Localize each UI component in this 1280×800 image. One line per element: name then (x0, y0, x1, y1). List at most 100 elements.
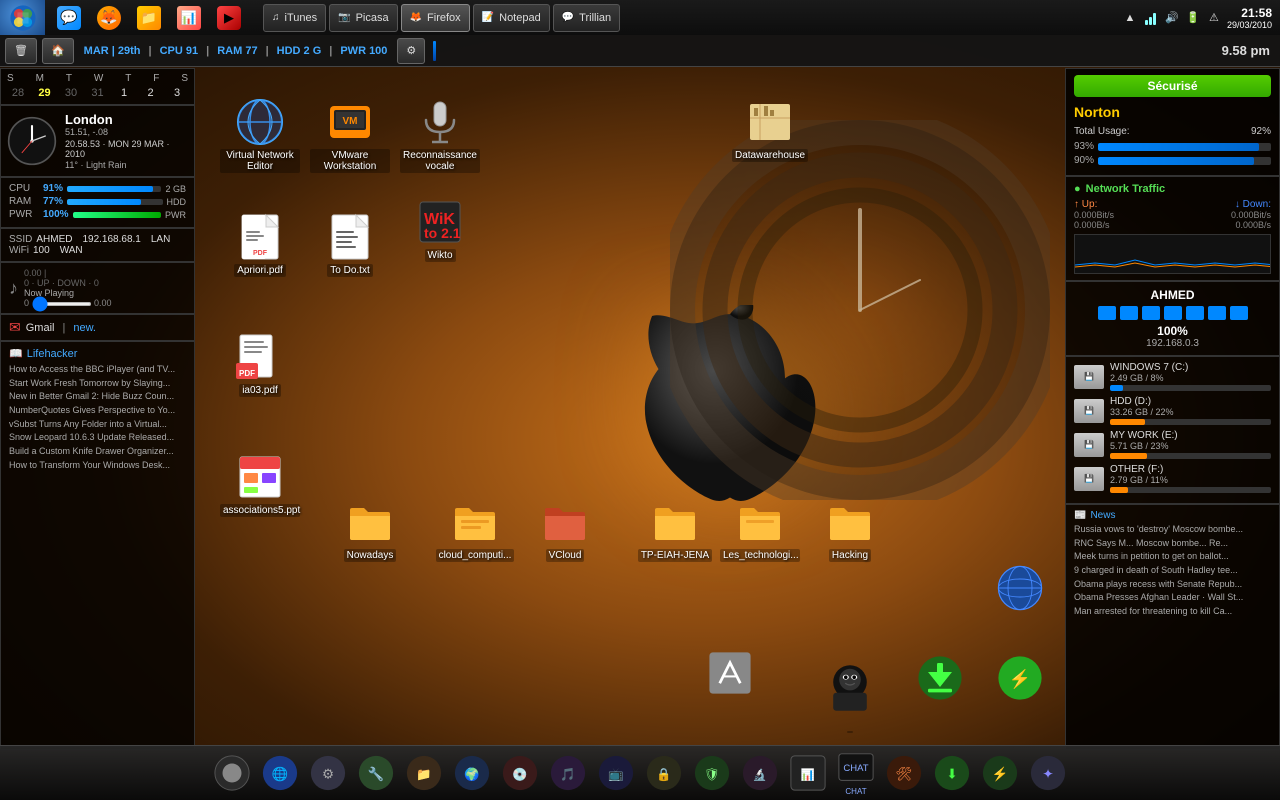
drive-icon-e: 💾 (1074, 433, 1104, 457)
desktop-icon-tools[interactable] (690, 638, 770, 708)
taskbar-icon-ppt[interactable]: 📊 (170, 1, 208, 34)
dock-item-swiss[interactable]: 🛠 (882, 751, 927, 796)
dock-item-5[interactable]: 🌍 (450, 751, 495, 796)
start-button[interactable] (0, 0, 45, 35)
taskbar-window-firefox[interactable]: 🦊 Firefox (401, 4, 470, 32)
news-item-1[interactable]: RNC Says M... Moscow bombe... Re... (1074, 538, 1271, 550)
taskbar-icon-media[interactable]: ▶ (210, 1, 248, 34)
rss-item-6[interactable]: Build a Custom Knife Drawer Organizer... (9, 446, 186, 458)
desktop-icon-bittorrent[interactable]: ⚡ (980, 638, 1060, 718)
desktop-icon-hacking[interactable]: Hacking (810, 498, 890, 562)
tray-clock[interactable]: 21:58 29/03/2010 (1227, 6, 1272, 30)
taskbar-window-picasa[interactable]: 📷 Picasa (329, 4, 397, 32)
tray-volume-icon[interactable]: 🔊 (1164, 10, 1180, 26)
dock-item-12[interactable]: 📊 (786, 751, 831, 796)
tray-alert-icon[interactable]: ⚠ (1206, 10, 1222, 26)
todo-label: To Do.txt (327, 264, 372, 277)
toolbar-hdd: HDD 2 G (277, 45, 322, 57)
clock-weather: 11° · Light Rain (65, 160, 188, 170)
svg-text:✦: ✦ (1042, 767, 1053, 782)
toolbar-bar: 🗑 🏠 MAR | 29th | CPU 91 | RAM 77 | HDD 2… (0, 35, 1280, 67)
widget-music: ♪ 0.00 | 0 · UP · DOWN · 0 Now Playing 0… (0, 262, 195, 314)
wifi-item: WiFi 100 (9, 245, 50, 256)
norton-bar-row-1: 93% (1074, 141, 1271, 152)
news-title: News (1090, 510, 1115, 521)
taskbar-icon-browser[interactable]: 🦊 (90, 1, 128, 34)
desktop-icon-todo[interactable]: To Do.txt (310, 213, 390, 277)
dock-item-bt[interactable]: ⚡ (978, 751, 1023, 796)
rss-item-3[interactable]: NumberQuotes Gives Perspective to Yo... (9, 405, 186, 417)
desktop-icon-tp-eiah[interactable]: TP-EIAH-JENA (635, 498, 715, 562)
tray-arrow-icon[interactable]: ▲ (1122, 10, 1138, 26)
rss-item-0[interactable]: How to Access the BBC iPlayer (and TV... (9, 364, 186, 376)
dock-item-11[interactable]: 🔬 (738, 751, 783, 796)
widget-clock: London 51.51, -.08 20.58.53 · MON 29 MAR… (0, 105, 195, 177)
ssid-item: SSID AHMED (9, 234, 72, 245)
dock-item-6[interactable]: 💿 (498, 751, 543, 796)
news-item-5[interactable]: Obama Presses Afghan Leader · Wall St... (1074, 592, 1271, 604)
music-slider[interactable] (32, 302, 92, 306)
desktop-icon-apriori[interactable]: PDF Apriori.pdf (220, 213, 300, 277)
dock-item-0[interactable] (210, 751, 255, 796)
rss-item-2[interactable]: New in Better Gmail 2: Hide Buzz Coun... (9, 391, 186, 403)
news-item-0[interactable]: Russia vows to 'destroy' Moscow bombe... (1074, 524, 1271, 536)
rss-title: 📖 Lifehacker (9, 347, 186, 360)
desktop-icon-vcloud[interactable]: VCloud (525, 498, 605, 562)
news-item-2[interactable]: Meek turns in petition to get on ballot.… (1074, 551, 1271, 563)
desktop-icon-globe[interactable] (980, 548, 1060, 628)
toolbar-settings[interactable]: ⚙ (397, 38, 425, 64)
taskbar-window-notepad[interactable]: 📝 Notepad (473, 4, 550, 32)
toolbar-trash[interactable]: 🗑 (5, 38, 37, 64)
dock-item-8[interactable]: 📺 (594, 751, 639, 796)
dock-item-1[interactable]: 🌐 (258, 751, 303, 796)
rss-item-5[interactable]: Snow Leopard 10.6.3 Update Released... (9, 432, 186, 444)
desktop-icon-reconnaissance[interactable]: Reconnaissance vocale (400, 98, 480, 173)
rss-item-7[interactable]: How to Transform Your Windows Desk... (9, 460, 186, 472)
desktop-icon-download[interactable] (900, 638, 980, 718)
toolbar-home[interactable]: 🏠 (42, 38, 74, 64)
widget-gmail[interactable]: ✉ Gmail | new. (0, 314, 195, 341)
news-item-3[interactable]: 9 charged in death of South Hadley tee..… (1074, 565, 1271, 577)
tray-power-icon[interactable]: 🔋 (1185, 10, 1201, 26)
desktop-icon-wikto[interactable]: WiK to 2.1 Wikto (400, 198, 480, 262)
dock-item-extra[interactable]: ✦ (1026, 751, 1071, 796)
desktop-icon-ia03[interactable]: PDF ia03.pdf (220, 333, 300, 397)
tray-network-icon[interactable] (1143, 10, 1159, 26)
desktop-icon-nowadays[interactable]: Nowadays (330, 498, 410, 562)
rss-item-1[interactable]: Start Work Fresh Tomorrow by Slaying... (9, 378, 186, 390)
cal-header: S M T W T F S (7, 73, 188, 84)
desktop-icon-virtual-network[interactable]: Virtual Network Editor (220, 98, 300, 173)
nettraffic-dot-icon: ● (1074, 183, 1081, 195)
globe-icon-large (980, 548, 1060, 628)
desktop-icon-vmware[interactable]: VM VMware Workstation (310, 98, 390, 173)
dock-item-9[interactable]: 🔒 (642, 751, 687, 796)
taskbar-windows: ♫ iTunes 📷 Picasa 🦊 Firefox 📝 Notepad 💬 … (263, 4, 1114, 32)
taskbar-window-trillian[interactable]: 💬 Trillian (553, 4, 620, 32)
dock-item-2[interactable]: ⚙ (306, 751, 351, 796)
dock-item-chat[interactable]: CHAT CHAT (834, 751, 879, 796)
clock-coords: 51.51, -.08 (65, 127, 188, 137)
taskbar-icon-folder[interactable]: 📁 (130, 1, 168, 34)
rss-source: Lifehacker (27, 348, 78, 360)
dock-item-7[interactable]: 🎵 (546, 751, 591, 796)
taskbar-window-itunes[interactable]: ♫ iTunes (263, 4, 326, 32)
network-info-row: SSID AHMED 192.168.68.1 LAN (9, 234, 186, 245)
dock-item-10[interactable]: 🛡 (690, 751, 735, 796)
desktop-icon-datawarehouse[interactable]: Datawarehouse (730, 98, 810, 162)
desktop-icon-cloud[interactable]: cloud_computi... (435, 498, 515, 562)
svg-text:🛡: 🛡 (704, 768, 720, 782)
norton-secure-btn[interactable]: Sécurisé (1074, 75, 1271, 97)
dock-item-3[interactable]: 🔧 (354, 751, 399, 796)
dock-item-down[interactable]: ⬇ (930, 751, 975, 796)
drive-size-d: 33.26 GB / 22% (1110, 407, 1271, 417)
rss-item-4[interactable]: vSubst Turns Any Folder into a Virtual..… (9, 419, 186, 431)
desktop-icon-les-techno[interactable]: Les_technologi... (720, 498, 800, 562)
news-item-4[interactable]: Obama plays recess with Senate Repub... (1074, 579, 1271, 591)
desktop-icon-mask-man[interactable] (810, 648, 890, 733)
desktop-icon-associations[interactable]: associations5.ppt (220, 453, 300, 517)
news-item-6[interactable]: Man arrested for threatening to kill Ca.… (1074, 606, 1271, 618)
apriori-label: Apriori.pdf (234, 264, 286, 277)
dock-item-4[interactable]: 📁 (402, 751, 447, 796)
taskbar-icon-im[interactable]: 💬 (50, 1, 88, 34)
cloud-icon (451, 498, 499, 546)
